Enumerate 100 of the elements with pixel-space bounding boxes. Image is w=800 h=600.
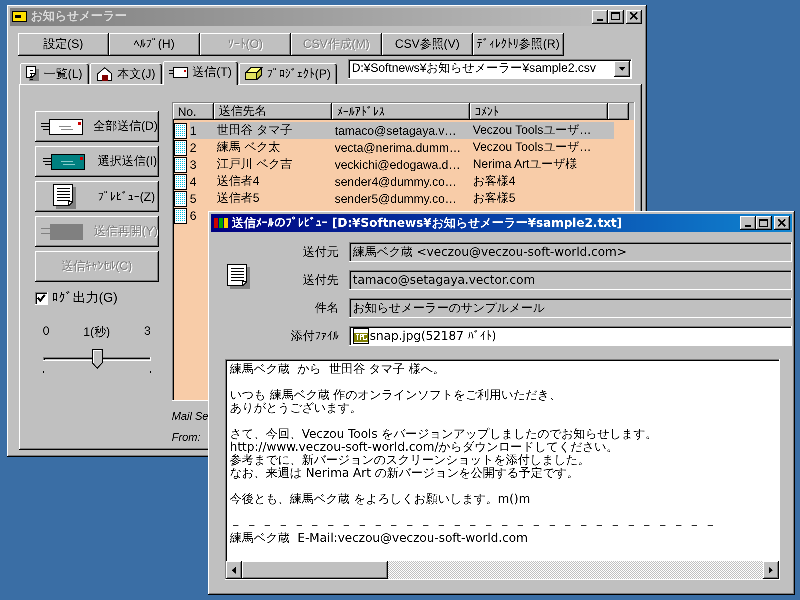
log-line: Mail Se — [172, 410, 209, 425]
text-field[interactable]: お知らせメーラーのサンプルメール — [349, 298, 792, 318]
table-cell-text: sender4@dummy.co… — [334, 174, 458, 188]
envelope-icon — [168, 66, 189, 78]
table-row[interactable]: 3 江戸川 ベク吉 veckichi@edogawa.d… Nerima Artユーザ様 — [190, 156, 614, 173]
column-header: 送信先名 — [214, 103, 332, 120]
folder-icon — [245, 67, 263, 81]
action-button[interactable]: 選択送信(I) — [35, 146, 159, 177]
table-cell-text: 送信者5 — [216, 190, 261, 207]
minimize-button[interactable] — [592, 10, 608, 24]
table-cell-text: 送信者4 — [216, 173, 261, 190]
close-icon — [777, 218, 787, 228]
table-cell-text: 2 — [190, 140, 198, 154]
table-cell-text: Veczou Toolsユーザ… — [472, 139, 592, 156]
column-header: ｺﾒﾝﾄ — [470, 103, 608, 120]
message-body[interactable] — [225, 359, 780, 580]
table-cell-text: sender5@dummy.co… — [334, 192, 458, 206]
tick-mark — [43, 371, 44, 373]
path-dropdown[interactable]: D:¥Softnews¥お知らせメーラー¥sample2.csv — [348, 58, 632, 79]
app-icon — [213, 216, 229, 230]
slider-thumb[interactable] — [92, 349, 103, 369]
row-document-icon — [174, 140, 187, 156]
tick-mark — [150, 371, 151, 373]
house-icon — [96, 66, 114, 82]
row-document-icon — [174, 208, 187, 224]
tab[interactable]: 一覧(L) — [20, 63, 89, 84]
table-cell-text: 江戸川 ベク吉 — [216, 156, 294, 173]
row-document-icon — [174, 190, 187, 206]
window-title: 送信ﾒｰﾙのﾌﾟﾚﾋﾞｭｰ [D:¥Softnews¥お知らせメーラー¥sample2.txt] — [232, 214, 624, 232]
app-icon — [12, 10, 28, 24]
message-line: ありがとうございます。 — [230, 402, 363, 415]
toolbar-button[interactable]: 設定(S) — [18, 32, 109, 56]
message-line: なお、来週は Nerima Art の新バージョンを公開する予定です。 — [230, 467, 580, 480]
row-document-icon — [174, 156, 187, 172]
horizontal-scrollbar[interactable] — [226, 561, 779, 579]
tab[interactable]: 本文(J) — [90, 63, 162, 84]
text-field[interactable]: 練馬ベク蔵 <veczou@veczou-soft-world.com> — [349, 242, 792, 262]
row-document-icon — [174, 122, 187, 138]
tab[interactable]: ﾌﾟﾛｼﾞｪｸﾄ(P) — [239, 63, 337, 84]
maximize-button[interactable] — [608, 10, 624, 24]
column-header: ﾒｰﾙｱﾄﾞﾚｽ — [332, 103, 470, 120]
message-line: 練馬ベク蔵 から 世田谷 タマ子 様へ。 — [230, 363, 446, 376]
maximize-icon — [759, 218, 769, 228]
window-title: お知らせメーラー — [31, 8, 128, 26]
attachment-field[interactable]: snap.jpg(52187 ﾊﾞｲﾄ) — [349, 326, 792, 346]
right-arrow-icon — [769, 566, 773, 574]
toolbar-button[interactable]: CSV参照(V) — [382, 32, 473, 56]
check-icon — [37, 294, 46, 302]
minimize-icon — [745, 225, 751, 227]
table-cell-text: 6 — [190, 208, 198, 222]
minimize-icon — [597, 18, 603, 21]
action-button[interactable]: ﾌﾟﾚﾋﾞｭｰ(Z) — [35, 181, 159, 212]
maximize-icon — [611, 12, 621, 22]
message-line: http://www.veczou-soft-world.com/からダウンロードしてください。 — [230, 441, 620, 454]
message-line: － － － － － － － － － － － － － － － － － － － － － － － － － － － － － － － — [230, 519, 718, 532]
text-field[interactable]: tamaco@setagaya.vector.com — [349, 270, 792, 290]
maximize-button[interactable] — [756, 216, 772, 230]
envelope-icon — [40, 118, 85, 136]
image-file-icon — [353, 328, 369, 344]
log-line: From: — [172, 431, 201, 446]
column-header: No. — [173, 103, 214, 120]
table-row[interactable]: 1 世田谷 タマ子 tamaco@setagaya.v… Veczou Toolsユーザ… — [190, 122, 614, 139]
message-line: さて、今回、Veczou Tools をバージョンアップしましたのでお知らせします。 — [230, 428, 659, 441]
dropdown-arrow-icon — [618, 66, 626, 71]
toolbar-button[interactable]: ﾍﾙﾌﾟ(H) — [109, 32, 200, 56]
message-line: 今後とも、練馬ベク蔵 をよろしくお願いします。m()m — [230, 493, 532, 506]
field-label: 送付先 — [302, 272, 339, 288]
close-button[interactable] — [626, 10, 642, 24]
scroll-left-button[interactable] — [226, 561, 242, 579]
table-cell-text: Nerima Artユーザ様 — [472, 156, 579, 173]
checkbox-label: ﾛｸﾞ出力(G) — [52, 289, 118, 307]
slider-value-label: 1(秒) — [84, 324, 110, 341]
message-line: 練馬ベク蔵 E-Mail:veczou@veczou-soft-world.com — [230, 532, 530, 545]
table-row[interactable]: 5 送信者5 sender5@dummy.co… お客様5 — [190, 190, 614, 207]
table-cell-text: お客様5 — [472, 190, 517, 207]
field-label: 件名 — [314, 300, 339, 316]
table-cell-text: 3 — [190, 158, 198, 172]
tab[interactable]: 送信(T) — [162, 61, 238, 85]
field-label: 送付元 — [302, 244, 339, 260]
field-label: 添付ﾌｧｲﾙ — [290, 328, 339, 344]
document-icon — [53, 184, 77, 210]
table-cell-text: vecta@nerima.dumm… — [334, 140, 462, 154]
close-icon — [629, 12, 639, 22]
close-button[interactable] — [774, 216, 790, 230]
scrollbar-thumb[interactable] — [242, 561, 388, 579]
table-row[interactable]: 2 練馬 ベク太 vecta@nerima.dumm… Veczou Toolsユーザ… — [190, 139, 614, 156]
envelope-icon — [43, 152, 87, 170]
table-cell-text: veckichi@edogawa.d… — [334, 158, 462, 172]
envelope-icon — [41, 222, 85, 240]
slider-max-label: 3 — [144, 324, 151, 340]
action-button[interactable]: 全部送信(D) — [35, 111, 159, 142]
toolbar-button[interactable]: ﾃﾞｨﾚｸﾄﾘ参照(R) — [473, 32, 564, 56]
checkbox[interactable] — [35, 292, 48, 304]
document-icon — [26, 66, 40, 82]
table-cell-text: お客様4 — [472, 173, 517, 190]
minimize-button[interactable] — [740, 216, 756, 230]
table-cell-text: 5 — [190, 192, 198, 206]
table-cell-text: 世田谷 タマ子 — [216, 122, 294, 139]
table-row[interactable]: 4 送信者4 sender4@dummy.co… お客様4 — [190, 173, 614, 190]
scroll-right-button[interactable] — [763, 561, 779, 579]
